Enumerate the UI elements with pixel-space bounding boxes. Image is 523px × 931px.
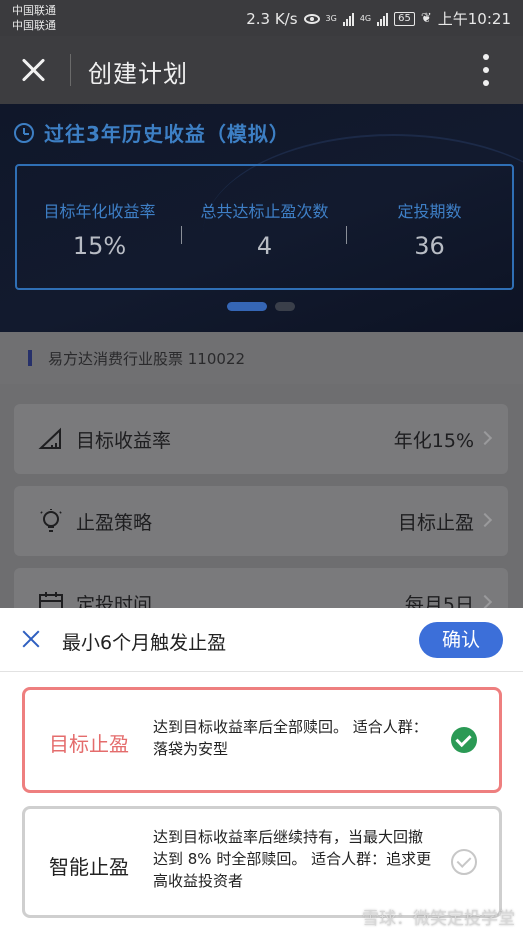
banner-title: 过往3年历史收益（模拟） — [44, 122, 290, 146]
stat-profit-count: 总共达标止盈次数 4 — [182, 166, 347, 288]
signal-icon-1 — [342, 12, 354, 26]
fund-row: 易方达消费行业股票 110022 — [0, 332, 523, 384]
sheet-header: 最小6个月触发止盈 确认 — [0, 608, 523, 672]
check-circle-icon — [451, 727, 477, 753]
stat-label: 总共达标止盈次数 — [200, 202, 329, 221]
fund-name: 易方达消费行业股票 110022 — [48, 350, 246, 368]
strategy-name: 智能止盈 — [49, 855, 129, 879]
check-circle-icon — [451, 849, 477, 875]
chevron-right-icon — [477, 430, 493, 446]
chevron-right-icon — [477, 594, 493, 610]
option-label: 目标收益率 — [76, 430, 172, 452]
title-divider — [70, 54, 71, 86]
stat-label: 目标年化收益率 — [43, 202, 156, 221]
title-bar: 创建计划 — [0, 36, 523, 104]
option-value: 年化15% — [393, 430, 474, 452]
eye-icon — [303, 13, 320, 24]
strategy-desc: 达到目标收益率后全部赎回。 适合人群：落袋为安型 — [153, 718, 428, 758]
stat-label: 定投期数 — [397, 202, 462, 221]
banner-header: 过往3年历史收益（模拟） — [14, 118, 290, 147]
status-right: 2.3 K/s 3G 4G 65 ❦ 上午10:21 — [246, 8, 511, 29]
ruler-triangle-icon — [38, 427, 61, 449]
page-title: 创建计划 — [88, 60, 188, 88]
network-type-1: 3G — [325, 14, 337, 23]
stat-value: 4 — [256, 232, 273, 260]
carrier-2: 中国联通 — [12, 19, 56, 32]
more-vertical-icon[interactable] — [483, 54, 489, 86]
strategy-desc: 达到目标收益率后继续持有，当最大回撤达到 8% 时全部赎回。 适合人群：追求更高… — [153, 828, 432, 890]
strategy-option-smart[interactable]: 智能止盈 达到目标收益率后继续持有，当最大回撤达到 8% 时全部赎回。 适合人群… — [22, 806, 502, 918]
signal-icon-2 — [377, 12, 389, 26]
option-target-return[interactable]: 目标收益率 年化15% — [14, 404, 508, 474]
pager-dot[interactable] — [275, 302, 295, 311]
watermark: 雪球：微笑定投学堂 — [362, 909, 515, 929]
network-type-2: 4G — [359, 14, 372, 23]
status-bar: 中国联通 中国联通 2.3 K/s 3G 4G 65 ❦ 上午10:21 — [0, 0, 523, 36]
confirm-button[interactable]: 确认 — [419, 622, 503, 658]
stat-periods: 定投期数 36 — [347, 166, 512, 288]
chevron-right-icon — [477, 512, 493, 528]
close-icon[interactable] — [20, 56, 48, 84]
option-profit-strategy[interactable]: 止盈策略 目标止盈 — [14, 486, 508, 556]
option-value: 目标止盈 — [397, 512, 474, 534]
stat-value: 36 — [414, 232, 445, 260]
lightbulb-icon — [40, 509, 62, 532]
option-label: 止盈策略 — [76, 512, 153, 534]
carrier-1: 中国联通 — [12, 4, 56, 17]
network-speed: 2.3 K/s — [246, 9, 298, 28]
close-icon[interactable] — [22, 630, 40, 648]
clock-icon — [14, 122, 34, 143]
leaf-icon: ❦ — [420, 11, 432, 26]
stat-value: 15% — [72, 232, 127, 260]
strategy-name: 目标止盈 — [49, 732, 129, 756]
stats-box[interactable]: 目标年化收益率 15% 总共达标止盈次数 4 定投期数 36 — [15, 164, 514, 290]
strategy-sheet: 最小6个月触发止盈 确认 目标止盈 达到目标收益率后全部赎回。 适合人群：落袋为… — [0, 608, 523, 931]
clock-time: 上午10:21 — [437, 10, 511, 28]
fund-marker — [28, 350, 32, 366]
history-banner: 过往3年历史收益（模拟） 目标年化收益率 15% 总共达标止盈次数 4 定投期数… — [0, 104, 523, 332]
battery-icon: 65 — [394, 11, 415, 26]
sheet-title: 最小6个月触发止盈 — [62, 632, 227, 654]
stat-target-return: 目标年化收益率 15% — [17, 166, 182, 288]
banner-pager[interactable] — [227, 302, 295, 311]
pager-dot-active[interactable] — [227, 302, 267, 311]
strategy-option-target[interactable]: 目标止盈 达到目标收益率后全部赎回。 适合人群：落袋为安型 — [22, 687, 502, 793]
